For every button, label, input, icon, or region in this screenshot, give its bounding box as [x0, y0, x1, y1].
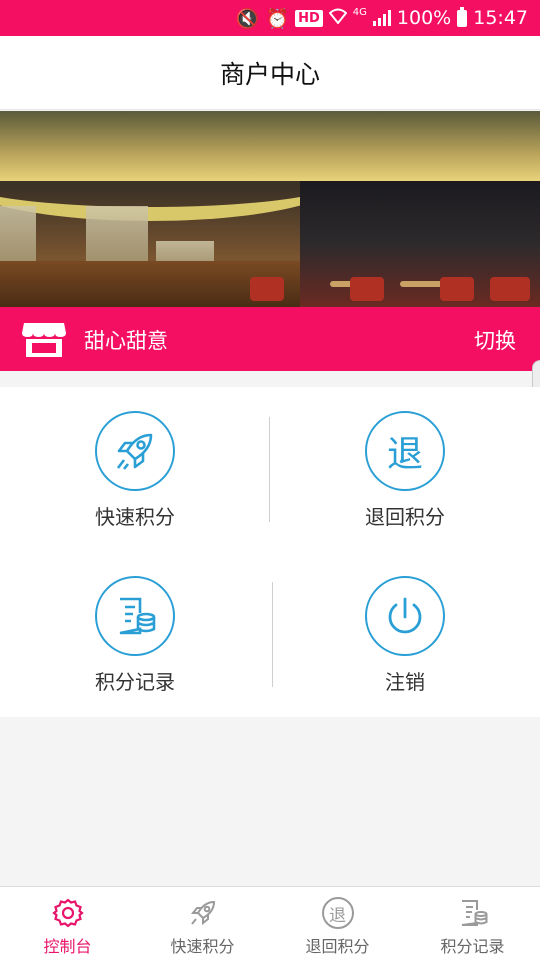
points-records-button[interactable]: 积分记录 — [0, 552, 270, 717]
action-grid: 快速积分 退 退回积分 积分记录 注销 — [0, 387, 540, 717]
network-type: 4G — [352, 6, 367, 18]
page-title: 商户中心 — [219, 59, 320, 89]
refund-points-label: 退回积分 — [365, 505, 445, 529]
tab-console[interactable]: 控制台 — [0, 887, 135, 960]
refund-icon: 退 — [365, 411, 445, 491]
clock: 15:47 — [473, 7, 528, 29]
store-icon — [22, 323, 66, 357]
store-bar: 甜心甜意 切换 — [0, 307, 540, 371]
hd-badge: HD — [295, 9, 323, 27]
status-bar: 🔇 ⏰ HD 4G 100% 15:47 — [0, 0, 540, 36]
points-records-label: 积分记录 — [95, 670, 175, 694]
gear-icon — [51, 898, 84, 928]
alarm-icon: ⏰ — [265, 7, 290, 30]
rocket-icon — [95, 411, 175, 491]
rocket-icon — [190, 900, 215, 926]
switch-store-button[interactable]: 切换 — [474, 325, 516, 355]
battery-percent: 100% — [396, 7, 452, 29]
tab-quick-points[interactable]: 快速积分 — [135, 887, 270, 960]
tab-refund-points-label: 退回积分 — [305, 937, 370, 956]
logout-button[interactable]: 注销 — [270, 552, 540, 717]
bottom-tab-bar: 控制台 快速积分 退 退回积分 积分记录 — [0, 886, 540, 960]
store-name: 甜心甜意 — [84, 329, 168, 353]
signal-icon — [372, 10, 391, 26]
refund-icon: 退 — [321, 897, 354, 929]
refund-points-button[interactable]: 退 退回积分 — [270, 387, 540, 552]
tab-quick-points-label: 快速积分 — [170, 937, 235, 956]
quick-points-button[interactable]: 快速积分 — [0, 387, 270, 552]
page-title-bar: 商户中心 — [0, 36, 540, 110]
tab-refund-points[interactable]: 退 退回积分 — [270, 887, 405, 960]
quick-points-label: 快速积分 — [95, 505, 175, 529]
wifi-icon — [328, 7, 348, 29]
tab-points-records[interactable]: 积分记录 — [405, 887, 540, 960]
records-icon — [461, 900, 487, 926]
power-icon — [365, 576, 445, 656]
tab-points-records-label: 积分记录 — [440, 937, 505, 956]
store-banner-image — [0, 111, 540, 307]
records-icon — [95, 576, 175, 656]
logout-label: 注销 — [385, 670, 425, 694]
mute-icon: 🔇 — [235, 7, 260, 30]
tab-console-label: 控制台 — [43, 937, 92, 956]
battery-icon — [457, 6, 468, 27]
